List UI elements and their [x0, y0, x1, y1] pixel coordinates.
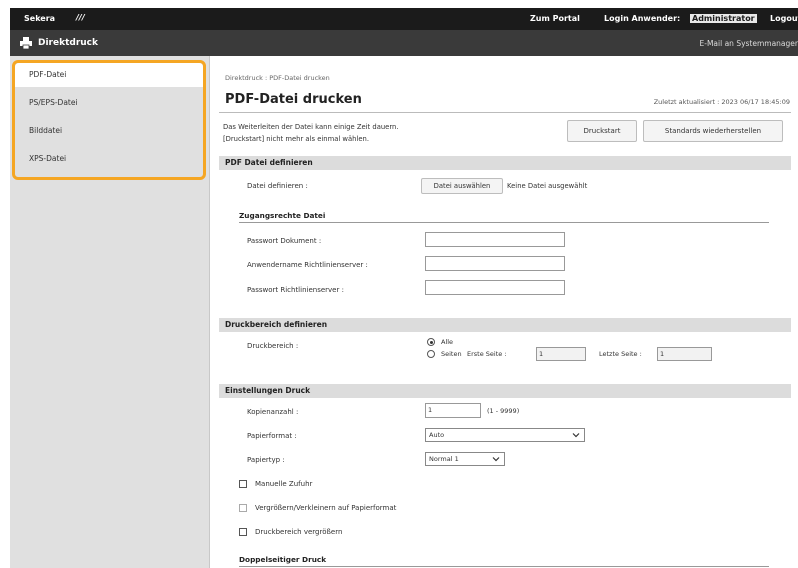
brand-logo: Sekera [24, 14, 56, 23]
paper-type-label: Papiertyp : [247, 456, 285, 464]
page-title: PDF-Datei drucken [225, 92, 362, 107]
title-divider [219, 112, 791, 113]
app-bar: Direktdruck E-Mail an Systemmanager [10, 30, 798, 56]
copies-range: (1 - 9999) [487, 407, 520, 415]
section-print-settings: Einstellungen Druck [219, 384, 791, 398]
policy-user-label: Anwendername Richtlinienserver : [247, 261, 368, 269]
logout-link[interactable]: Logout [770, 14, 798, 23]
paper-type-value: Normal 1 [429, 455, 459, 463]
first-page-label: Erste Seite : [467, 350, 507, 358]
manual-feed-label: Manuelle Zufuhr [255, 480, 313, 488]
doc-password-input[interactable] [425, 232, 565, 247]
file-define-label: Datei definieren : [247, 182, 308, 190]
range-pages-label: Seiten [441, 350, 462, 358]
print-start-button[interactable]: Druckstart [567, 120, 637, 142]
paper-format-select[interactable]: Auto [425, 428, 585, 442]
portal-link[interactable]: Zum Portal [530, 14, 580, 23]
doc-password-label: Passwort Dokument : [247, 237, 322, 245]
enlarge-reduce-label: Vergrößern/Verkleinern auf Papierformat [255, 504, 397, 512]
mail-sysadmin-link[interactable]: E-Mail an Systemmanager [700, 39, 798, 48]
enlarge-area-checkbox[interactable] [239, 528, 247, 536]
last-updated: Zuletzt aktualisiert : 2023 06/17 18:45:… [653, 98, 790, 106]
sidebar-item-image[interactable]: Bilddatei [29, 126, 62, 135]
copies-label: Kopienanzahl : [247, 408, 299, 416]
copies-input[interactable]: 1 [425, 403, 481, 418]
sidebar-item-xps[interactable]: XPS-Datei [29, 154, 66, 163]
section-print-range: Druckbereich definieren [219, 318, 791, 332]
no-file-text: Keine Datei ausgewählt [507, 182, 588, 190]
first-page-input[interactable]: 1 [536, 347, 586, 361]
info-text-line2: [Druckstart] nicht mehr als einmal wähle… [223, 135, 369, 143]
range-all-label: Alle [441, 338, 454, 346]
range-all-radio[interactable] [427, 338, 435, 346]
paper-format-value: Auto [429, 431, 445, 439]
sidebar: PDF-Datei PS/EPS-Datei Bilddatei XPS-Dat… [10, 56, 210, 568]
manual-feed-checkbox[interactable] [239, 480, 247, 488]
range-pages-radio[interactable] [427, 350, 435, 358]
policy-user-input[interactable] [425, 256, 565, 271]
brand-mark: /// [76, 13, 85, 22]
access-rights-divider [239, 222, 769, 223]
access-rights-heading: Zugangsrechte Datei [239, 211, 326, 220]
sidebar-menu-highlight: PDF-Datei PS/EPS-Datei Bilddatei XPS-Dat… [12, 60, 206, 180]
paper-format-label: Papierformat : [247, 432, 297, 440]
login-user-label: Login Anwender: [604, 14, 681, 23]
print-range-label: Druckbereich : [247, 342, 299, 350]
restore-defaults-button[interactable]: Standards wiederherstellen [643, 120, 783, 142]
sidebar-item-ps-eps[interactable]: PS/EPS-Datei [29, 98, 78, 107]
printer-icon [20, 37, 32, 49]
paper-type-select[interactable]: Normal 1 [425, 452, 505, 466]
section-pdf-define: PDF Datei definieren [219, 156, 791, 170]
policy-password-label: Passwort Richtlinienserver : [247, 286, 344, 294]
duplex-heading: Doppelseitiger Druck [239, 555, 327, 564]
duplex-divider [239, 566, 769, 567]
choose-file-button[interactable]: Datei auswählen [421, 178, 503, 194]
top-bar: Sekera /// Zum Portal Login Anwender: Ad… [10, 8, 798, 30]
app-title: Direktdruck [38, 38, 98, 48]
enlarge-reduce-checkbox[interactable] [239, 504, 247, 512]
last-page-label: Letzte Seite : [599, 350, 642, 358]
login-user-name: Administrator [690, 14, 757, 23]
policy-password-input[interactable] [425, 280, 565, 295]
breadcrumb: Direktdruck : PDF-Datei drucken [225, 74, 330, 82]
main-content: Direktdruck : PDF-Datei drucken PDF-Date… [211, 56, 798, 568]
last-page-input[interactable]: 1 [657, 347, 712, 361]
sidebar-item-pdf[interactable]: PDF-Datei [29, 70, 66, 79]
chevron-down-icon [572, 433, 580, 438]
chevron-down-icon [492, 457, 500, 462]
enlarge-area-label: Druckbereich vergrößern [255, 528, 343, 536]
info-text-line1: Das Weiterleiten der Datei kann einige Z… [223, 123, 399, 131]
